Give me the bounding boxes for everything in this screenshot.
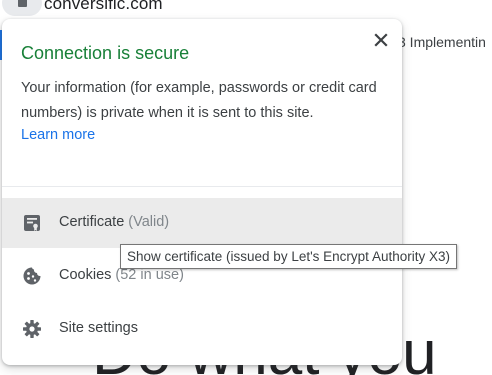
certificate-status: (Valid) [128, 214, 170, 230]
cookies-status: (52 in use) [115, 267, 184, 283]
address-bar: conversific.com [0, 0, 492, 18]
browser-viewport: conversific.com 3 Implementin Do what yo… [0, 0, 492, 375]
certificate-label: Certificate (Valid) [59, 214, 170, 230]
close-icon [374, 33, 388, 47]
popup-divider [2, 186, 402, 187]
site-settings-row[interactable]: Site settings [2, 304, 402, 354]
background-nav-link[interactable]: 3 Implementin [398, 34, 486, 50]
learn-more-link[interactable]: Learn more [21, 127, 95, 143]
certificate-icon [24, 215, 40, 231]
site-info-button[interactable] [2, 0, 42, 16]
close-button[interactable] [368, 27, 394, 53]
gear-icon [23, 320, 41, 338]
popup-title: Connection is secure [21, 43, 190, 63]
site-settings-label: Site settings [59, 320, 138, 336]
certificate-tooltip: Show certificate (issued by Let's Encryp… [120, 244, 457, 269]
cookie-icon [23, 267, 41, 285]
lock-icon [18, 0, 27, 7]
cookies-label: Cookies (52 in use) [59, 267, 184, 283]
url-text[interactable]: conversific.com [44, 0, 163, 14]
popup-description: Your information (for example, passwords… [21, 80, 377, 121]
certificate-row[interactable]: Certificate (Valid) [2, 198, 402, 248]
site-info-popup: Connection is secure Your information (f… [2, 19, 402, 365]
